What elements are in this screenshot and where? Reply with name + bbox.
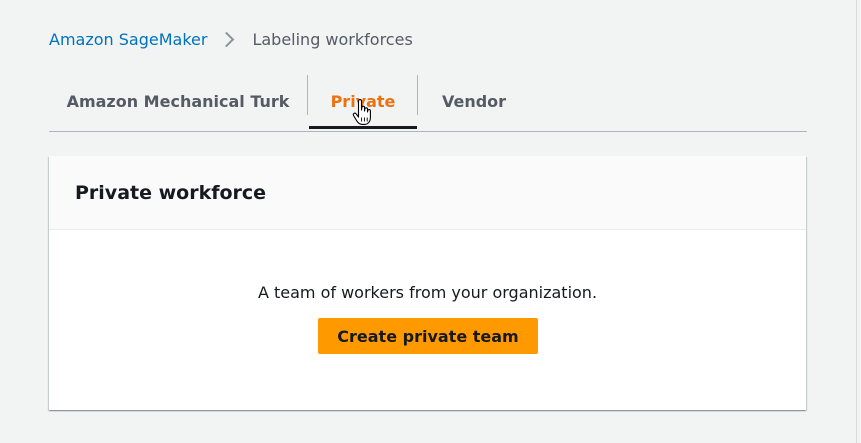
chevron-right-icon [219, 31, 235, 47]
tab-divider [307, 75, 308, 115]
hand-pointer-icon [352, 99, 371, 125]
tab-vendor[interactable]: Vendor [417, 73, 531, 129]
workforce-tabs: Amazon Mechanical Turk Private Vendor [49, 73, 807, 132]
breadcrumb-current-page: Labeling workforces [252, 29, 413, 49]
create-private-team-button[interactable]: Create private team [318, 318, 538, 354]
breadcrumb-link-sagemaker[interactable]: Amazon SageMaker [49, 30, 207, 49]
panel-title: Private workforce [49, 156, 806, 230]
page-edge-divider [856, 0, 857, 443]
private-workforce-panel: Private workforce A team of workers from… [49, 156, 806, 410]
tab-amazon-mechanical-turk[interactable]: Amazon Mechanical Turk [49, 73, 307, 129]
breadcrumb: Amazon SageMaker Labeling workforces [49, 28, 413, 50]
panel-description: A team of workers from your organization… [257, 283, 598, 302]
